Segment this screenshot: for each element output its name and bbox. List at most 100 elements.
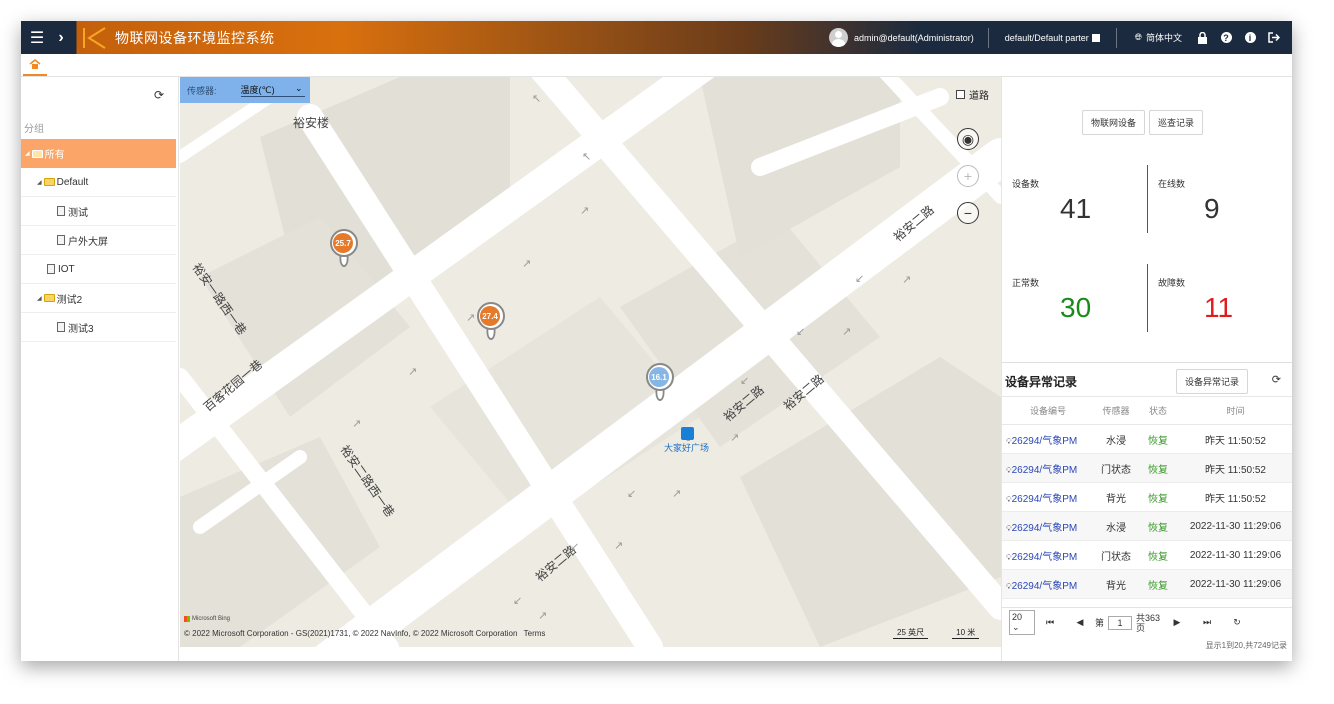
page-number-input[interactable]: 1 — [1108, 615, 1133, 630]
table-row[interactable]: 💡︎26294/气象PM 水浸 恢复 2022-11-30 11:29:06 — [1002, 511, 1292, 541]
app-window: ☰ › 物联网设备环境监控系统 admin@default(Administra… — [21, 21, 1292, 661]
pin-value: 27.4 — [480, 306, 500, 326]
stats-buttons: 物联网设备 巡查记录 — [1082, 110, 1204, 135]
prev-page-icon[interactable]: ◀︎ — [1065, 617, 1095, 628]
table-row[interactable]: 💡︎26294/气象PM 背光 恢复 昨天 11:50:52 — [1002, 482, 1292, 512]
time-cell: 昨天 11:50:52 — [1178, 424, 1292, 454]
bing-text: Microsoft Bing — [192, 616, 231, 622]
tree-item-default[interactable]: ◢ Default — [21, 168, 176, 197]
column-header[interactable]: 状态 — [1138, 396, 1178, 425]
column-header[interactable]: 传感器 — [1094, 396, 1138, 425]
tree-item-outdoor-screen[interactable]: 户外大屏 — [21, 226, 176, 255]
tab-home[interactable] — [23, 54, 47, 76]
svg-text:↗: ↗ — [672, 487, 681, 500]
locate-icon[interactable]: ◉ — [957, 128, 979, 150]
device-link[interactable]: 26294/气象PM — [1012, 436, 1078, 447]
next-page-icon[interactable]: ▶︎ — [1162, 617, 1192, 628]
stat-label: 在线数 — [1158, 179, 1186, 189]
poi-icon[interactable] — [681, 427, 694, 440]
map-view[interactable]: 裕安楼 裕安一路西一巷 百客花园一巷 裕安二路西一巷 裕安二路 裕安二路 裕安二… — [180, 77, 1001, 647]
sensor-cell: 门状态 — [1094, 453, 1138, 483]
folder-icon — [43, 178, 55, 186]
tree-refresh-icon[interactable]: ⟳ — [154, 88, 164, 102]
road-layer-toggle[interactable]: 道路 — [956, 87, 989, 102]
info-icon[interactable]: i — [1238, 21, 1262, 54]
scale-m: 10 米 — [952, 627, 980, 639]
device-link[interactable]: 26294/气象PM — [1012, 494, 1078, 505]
svg-text:↗: ↗ — [352, 417, 361, 430]
svg-text:↖: ↖ — [532, 92, 541, 105]
help-icon[interactable]: ? — [1214, 21, 1238, 54]
user-menu[interactable]: admin@default(Administrator) — [829, 27, 989, 48]
tenant-selector[interactable]: default/Default parter — [989, 27, 1117, 48]
tree-item-label: 测试3 — [68, 323, 94, 335]
road-layer-icon — [956, 90, 965, 99]
tree-item-test2[interactable]: ◢ 测试2 — [21, 284, 176, 313]
page-prefix: 第 — [1095, 618, 1105, 628]
column-header[interactable]: 时间 — [1178, 396, 1292, 425]
alarm-records-button[interactable]: 设备异常记录 — [1176, 369, 1249, 394]
menu-icon[interactable]: ☰ — [25, 21, 49, 54]
device-link[interactable]: 26294/气象PM — [1012, 465, 1078, 476]
stat-value: 41 — [1060, 193, 1092, 224]
tree-item-label: 户外大屏 — [68, 236, 108, 248]
lock-icon[interactable] — [1190, 21, 1214, 54]
refresh-icon[interactable]: ⟳ — [1272, 373, 1281, 386]
expand-triangle-icon[interactable]: ◢ — [25, 150, 30, 157]
map-scale-bar: 25 英尺 10 米 — [893, 627, 980, 639]
page-size-select[interactable]: 20 ⌄ — [1009, 610, 1035, 635]
tab-bar — [21, 54, 1292, 77]
logo-icon — [83, 26, 106, 49]
user-name: admin@default(Administrator) — [854, 32, 974, 43]
avatar — [829, 28, 849, 47]
table-row[interactable]: 💡︎26294/气象PM 背光 恢复 2022-11-30 11:29:06 — [1002, 569, 1292, 599]
status-cell: 恢复 — [1138, 511, 1178, 541]
pagination: 20 ⌄ ⏮︎ ◀︎ 第 1 共363页 ▶︎ ⏭︎ ↻ — [1002, 607, 1292, 637]
divider — [1147, 165, 1148, 233]
device-pin[interactable]: 25.7 — [330, 229, 358, 269]
iot-devices-button[interactable]: 物联网设备 — [1082, 110, 1146, 135]
svg-text:↖: ↖ — [582, 150, 591, 163]
tree-item-label: Default — [56, 176, 89, 188]
language-selector[interactable]: 🌐︎ 简体中文 — [1117, 31, 1190, 44]
time-cell: 昨天 11:50:52 — [1178, 453, 1292, 483]
poi-label[interactable]: 大家好广场 — [664, 441, 709, 454]
first-page-icon[interactable]: ⏮︎ — [1035, 617, 1065, 628]
tree-item-test[interactable]: 测试 — [21, 197, 176, 226]
tree-item-iot[interactable]: IOT — [21, 255, 176, 284]
table-row[interactable]: 💡︎26294/气象PM 水浸 恢复 昨天 11:50:52 — [1002, 424, 1292, 454]
tree-item-test3[interactable]: 测试3 — [21, 313, 176, 342]
expand-chevron-icon[interactable]: › — [49, 21, 73, 54]
device-pin[interactable]: 27.4 — [477, 302, 505, 342]
tree-item-all[interactable]: ◢ 所有 — [21, 139, 176, 168]
expand-triangle-icon[interactable]: ◢ — [37, 179, 42, 186]
sensor-selector[interactable]: 传感器: 温度(℃) ⌄ — [180, 77, 310, 103]
terms-link[interactable]: Terms — [524, 629, 546, 638]
last-page-icon[interactable]: ⏭︎ — [1192, 617, 1222, 628]
stat-label: 设备数 — [1012, 179, 1040, 189]
device-link[interactable]: 26294/气象PM — [1012, 581, 1078, 592]
reload-icon[interactable]: ↻ — [1222, 617, 1252, 628]
expand-triangle-icon[interactable]: ◢ — [37, 295, 42, 302]
bing-logo: Microsoft Bing — [184, 616, 230, 622]
tree-item-label: 所有 — [44, 150, 65, 161]
zoom-out-icon[interactable]: − — [957, 202, 979, 224]
svg-text:↗: ↗ — [902, 273, 911, 286]
table-row[interactable]: 💡︎26294/气象PM 门状态 恢复 昨天 11:50:52 — [1002, 453, 1292, 483]
device-pin[interactable]: 16.1 — [646, 363, 674, 403]
sensor-cell: 水浸 — [1094, 511, 1138, 541]
logout-icon[interactable] — [1262, 21, 1286, 54]
time-cell: 2022-11-30 11:29:06 — [1178, 569, 1292, 599]
column-header[interactable]: 设备编号 — [1002, 396, 1094, 425]
zoom-in-icon[interactable]: + — [957, 165, 979, 187]
stat-normal: 正常数 30 — [1012, 276, 1132, 346]
tenant-name: default/Default parter — [1004, 32, 1089, 43]
tenant-checkbox-icon — [1091, 33, 1100, 42]
table-row[interactable]: 💡︎26294/气象PM 门状态 恢复 2022-11-30 11:29:06 — [1002, 540, 1292, 570]
device-link[interactable]: 26294/气象PM — [1012, 552, 1078, 563]
patrol-records-button[interactable]: 巡查记录 — [1149, 110, 1204, 135]
svg-text:↗: ↗ — [538, 609, 547, 622]
device-link[interactable]: 26294/气象PM — [1012, 523, 1078, 534]
sensor-dropdown[interactable]: 温度(℃) ⌄ — [240, 83, 305, 97]
map-base: 裕安楼 裕安一路西一巷 百客花园一巷 裕安二路西一巷 裕安二路 裕安二路 裕安二… — [180, 77, 1001, 647]
